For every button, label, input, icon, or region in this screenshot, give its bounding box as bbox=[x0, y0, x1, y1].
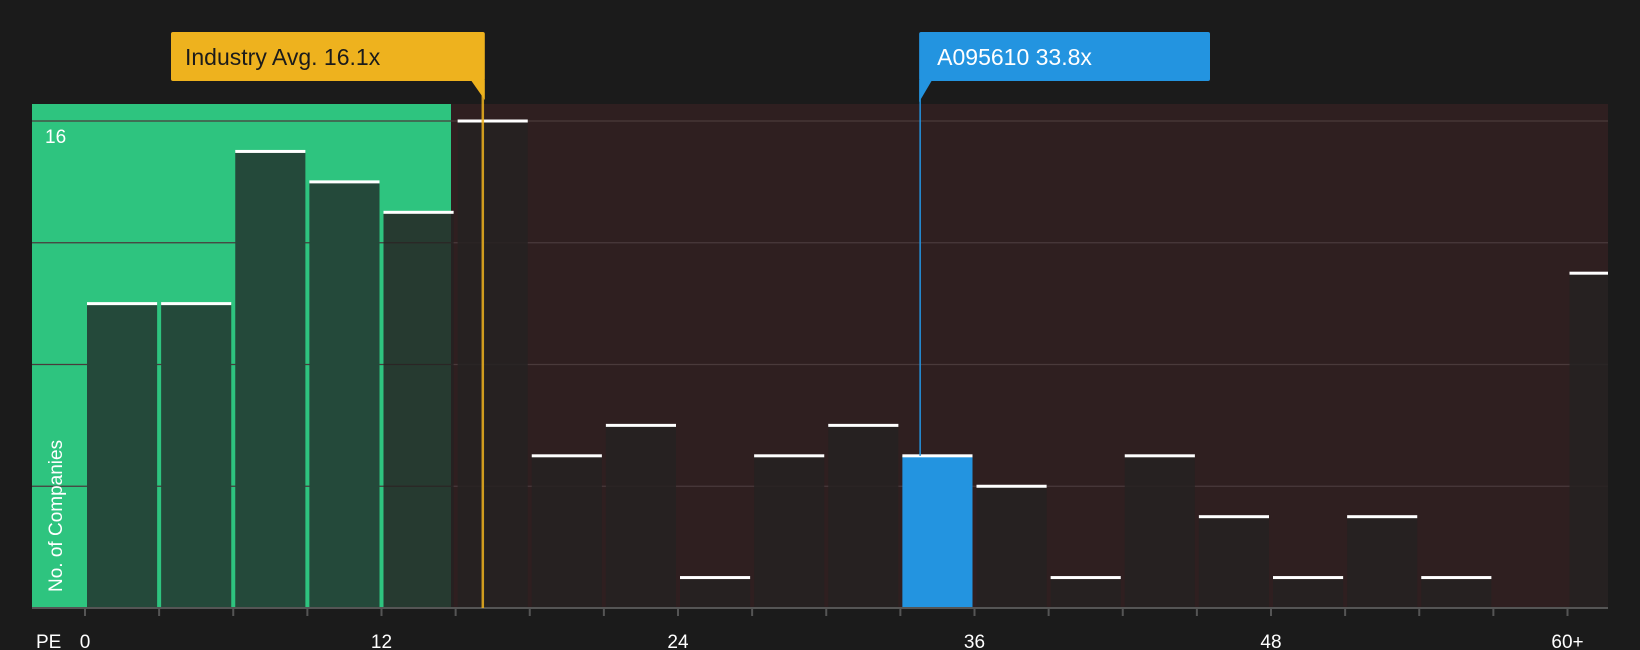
histogram-bar bbox=[1347, 516, 1418, 608]
histogram-bar bbox=[1050, 577, 1121, 608]
histogram-bar bbox=[1124, 455, 1195, 608]
histogram-bar-top bbox=[457, 119, 528, 123]
x-tick-label: 48 bbox=[1260, 632, 1281, 650]
histogram-bar bbox=[161, 303, 232, 608]
histogram-bar-top bbox=[976, 484, 1047, 488]
histogram-bar-top bbox=[605, 423, 676, 427]
histogram-bar-top bbox=[902, 454, 973, 458]
histogram-bar bbox=[1421, 577, 1492, 608]
histogram-bar bbox=[235, 151, 306, 608]
x-tick-label: 24 bbox=[667, 632, 689, 650]
histogram-bar-top bbox=[828, 423, 899, 427]
histogram-bar bbox=[902, 455, 973, 608]
histogram-bar-top bbox=[161, 302, 232, 306]
histogram-bar bbox=[605, 425, 676, 608]
histogram-bar bbox=[1273, 577, 1344, 608]
histogram-bar-top bbox=[1569, 271, 1608, 275]
histogram-bar-top bbox=[1198, 515, 1269, 519]
histogram-bar bbox=[309, 181, 380, 608]
x-tick-label: 36 bbox=[964, 632, 985, 650]
histogram-bar-top bbox=[1050, 576, 1121, 580]
histogram-bar bbox=[976, 486, 1047, 608]
y-tick-label: 16 bbox=[45, 127, 66, 148]
company-pe-pointer bbox=[919, 80, 933, 102]
histogram-bar bbox=[754, 455, 825, 608]
histogram-bar bbox=[87, 303, 158, 608]
histogram-bar-top bbox=[235, 149, 306, 153]
histogram-bar-top bbox=[309, 180, 380, 184]
x-tick-label: 0 bbox=[80, 632, 91, 650]
histogram-bar-top bbox=[383, 210, 454, 214]
histogram-bar bbox=[383, 212, 454, 608]
histogram-bar bbox=[457, 121, 528, 608]
histogram-bar-top bbox=[1124, 454, 1195, 458]
histogram-bar bbox=[531, 455, 602, 608]
pe-distribution-chart: 0 12 24 36 48 60+ Industry Avg. 16.1x A095610 … bbox=[32, 32, 1609, 650]
company-pe-label: A095610 33.8x bbox=[937, 44, 1092, 70]
histogram-bar bbox=[680, 577, 751, 608]
histogram-bar-top bbox=[1273, 576, 1344, 580]
histogram-bar-top bbox=[754, 454, 825, 458]
histogram-bar bbox=[828, 425, 899, 608]
histogram-bar bbox=[1569, 273, 1608, 608]
histogram-bar-top bbox=[1347, 515, 1418, 519]
histogram-bar-top bbox=[680, 576, 751, 580]
x-tick-label: 60+ bbox=[1551, 632, 1583, 650]
y-axis-title: No. of Companies bbox=[46, 440, 67, 592]
x-tick-label: 12 bbox=[371, 632, 392, 650]
histogram-bar bbox=[1198, 516, 1269, 608]
industry-avg-label: Industry Avg. 16.1x bbox=[185, 44, 381, 70]
histogram-bar-top bbox=[87, 302, 158, 306]
x-axis-title: PE bbox=[36, 632, 61, 650]
histogram-bar-top bbox=[531, 454, 602, 458]
histogram-bar-top bbox=[1421, 576, 1492, 580]
